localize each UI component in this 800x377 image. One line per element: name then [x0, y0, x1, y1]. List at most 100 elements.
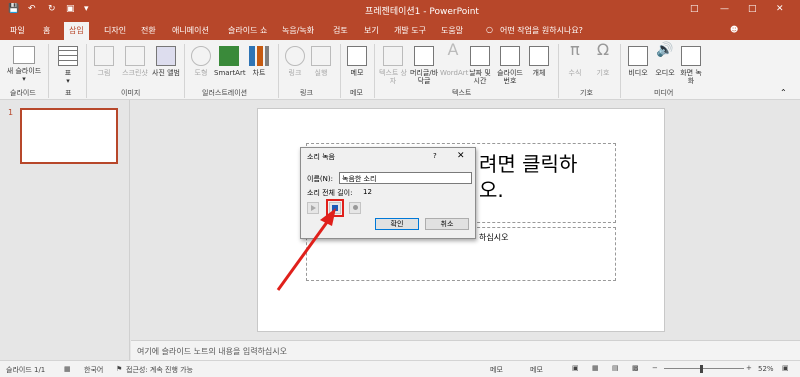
- record-button[interactable]: [349, 202, 361, 214]
- table-label: 표: [64, 69, 72, 77]
- zoom-level[interactable]: 52%: [758, 365, 774, 373]
- textbox-icon: [383, 46, 403, 66]
- wordart-button[interactable]: A WordArt: [440, 42, 468, 78]
- length-value: 12: [363, 188, 372, 196]
- screen-recording-button[interactable]: 화면 녹화: [678, 46, 704, 85]
- new-slide-button[interactable]: 새 슬라이드 ▾: [6, 46, 42, 83]
- arrow-head: [320, 208, 336, 226]
- slideshow-icon[interactable]: ▣: [66, 4, 75, 14]
- separator: [374, 44, 375, 98]
- save-icon[interactable]: 💾: [8, 4, 19, 14]
- tab-slideshow[interactable]: 슬라이드 쇼: [228, 25, 267, 36]
- tab-help[interactable]: 도움말: [441, 25, 463, 36]
- picture-button[interactable]: 그림: [90, 46, 118, 77]
- undo-icon[interactable]: ↶: [28, 4, 36, 14]
- reading-view-icon[interactable]: ▤: [612, 364, 619, 372]
- customize-icon[interactable]: ▾: [84, 4, 89, 14]
- length-label: 소리 전체 길이:: [307, 189, 353, 197]
- date-time-button[interactable]: 날짜 및 시간: [466, 46, 494, 85]
- action-icon: [311, 46, 331, 66]
- fit-to-window-icon[interactable]: ▣: [782, 364, 789, 372]
- ok-button[interactable]: 확인: [375, 218, 419, 230]
- close-button[interactable]: ✕: [776, 4, 784, 14]
- slideshow-view-icon[interactable]: ▩: [632, 364, 639, 372]
- comments-toggle[interactable]: 메모: [530, 365, 543, 375]
- language[interactable]: 한국어: [84, 365, 103, 375]
- comment-button[interactable]: 메모: [344, 46, 370, 77]
- slide-number-button[interactable]: 슬라이드 번호: [494, 46, 526, 85]
- new-slide-label: 새 슬라이드: [6, 67, 42, 75]
- title-bar: 💾 ↶ ↻ ▣ ▾ 프레젠테이션1 - PowerPoint □ — □ ✕: [0, 0, 800, 22]
- ribbon-options-icon[interactable]: □: [690, 4, 699, 14]
- smartart-button[interactable]: SmartArt: [214, 46, 246, 77]
- help-button[interactable]: ?: [433, 152, 437, 160]
- new-slide-icon: [13, 46, 35, 64]
- textbox-button[interactable]: 텍스트 상자: [378, 46, 408, 85]
- video-icon: [628, 46, 648, 66]
- tab-developer[interactable]: 개발 도구: [394, 25, 426, 36]
- audio-button[interactable]: 🔊 오디오: [652, 43, 678, 77]
- arrow-shaft: [276, 217, 332, 291]
- spellcheck-icon[interactable]: ▦: [64, 365, 71, 373]
- tab-transitions[interactable]: 전환: [141, 25, 156, 36]
- notes-pane[interactable]: 여기에 슬라이드 노트의 내용을 입력하십시오: [131, 340, 800, 360]
- date-time-label: 날짜 및 시간: [469, 69, 491, 85]
- dialog-close-button[interactable]: ✕: [457, 151, 465, 161]
- separator: [340, 44, 341, 98]
- symbol-button[interactable]: Ω 기호: [590, 42, 616, 78]
- tab-recording[interactable]: 녹음/녹화: [282, 25, 314, 36]
- screenshot-icon: [125, 46, 145, 66]
- audio-label: 오디오: [655, 69, 675, 77]
- tab-view[interactable]: 보기: [364, 25, 379, 36]
- tell-me-search[interactable]: 어떤 작업을 원하시나요?: [500, 25, 583, 36]
- group-links-label: 링크: [300, 89, 313, 97]
- zoom-out-button[interactable]: −: [652, 364, 658, 372]
- normal-view-icon[interactable]: ▣: [572, 364, 579, 372]
- smartart-icon: [219, 46, 239, 66]
- header-footer-label: 머리글/바닥글: [409, 69, 439, 85]
- picture-icon: [94, 46, 114, 66]
- slide-sorter-icon[interactable]: ▦: [592, 364, 599, 372]
- tab-review[interactable]: 검토: [333, 25, 348, 36]
- action-label: 실행: [314, 69, 328, 77]
- name-input[interactable]: 녹음한 소리: [339, 172, 472, 184]
- group-text-label: 텍스트: [452, 89, 472, 97]
- maximize-button[interactable]: □: [748, 4, 757, 14]
- collapse-ribbon-icon[interactable]: ⌃: [780, 88, 787, 97]
- shapes-button[interactable]: 도형: [188, 46, 214, 77]
- object-button[interactable]: 개체: [526, 46, 552, 77]
- separator: [620, 44, 621, 98]
- video-label: 비디오: [628, 69, 648, 77]
- zoom-slider-thumb[interactable]: [700, 365, 703, 373]
- title-text-line1: 려면 클릭하: [479, 152, 578, 176]
- header-footer-button[interactable]: 머리글/바닥글: [408, 46, 440, 85]
- cancel-button[interactable]: 취소: [425, 218, 469, 230]
- screenshot-button[interactable]: 스크린샷: [118, 46, 152, 77]
- redo-icon[interactable]: ↻: [48, 4, 56, 14]
- notes-toggle[interactable]: 메모: [490, 365, 503, 375]
- group-tables-label: 표: [65, 89, 72, 97]
- zoom-in-button[interactable]: +: [746, 364, 752, 372]
- photo-album-label: 사진 앨범: [152, 69, 180, 77]
- action-button[interactable]: 실행: [308, 46, 334, 77]
- chart-button[interactable]: 차트: [246, 46, 272, 77]
- slide-thumbnail-pane: 1: [0, 100, 130, 360]
- photo-album-button[interactable]: 사진 앨범: [152, 46, 180, 77]
- tab-insert[interactable]: 삽입: [64, 22, 89, 40]
- slide-number-icon: [500, 46, 520, 66]
- minimize-button[interactable]: —: [720, 4, 729, 14]
- accessibility-status[interactable]: 접근성: 계속 진행 가능: [126, 365, 193, 375]
- video-button[interactable]: 비디오: [624, 46, 652, 77]
- group-images-label: 이미지: [121, 89, 141, 97]
- zoom-slider[interactable]: [664, 368, 744, 369]
- link-button[interactable]: 링크: [282, 46, 308, 77]
- dialog-title: 소리 녹음: [307, 153, 335, 161]
- share-icon[interactable]: ☻: [730, 25, 738, 34]
- tab-animations[interactable]: 애니메이션: [172, 25, 209, 36]
- tab-design[interactable]: 디자인: [104, 25, 126, 36]
- table-button[interactable]: 표 ▾: [54, 46, 82, 85]
- slide-thumbnail[interactable]: [20, 108, 118, 164]
- equation-button[interactable]: π 수식: [562, 42, 588, 78]
- tab-file[interactable]: 파일: [10, 25, 25, 36]
- tab-home[interactable]: 홈: [43, 25, 50, 36]
